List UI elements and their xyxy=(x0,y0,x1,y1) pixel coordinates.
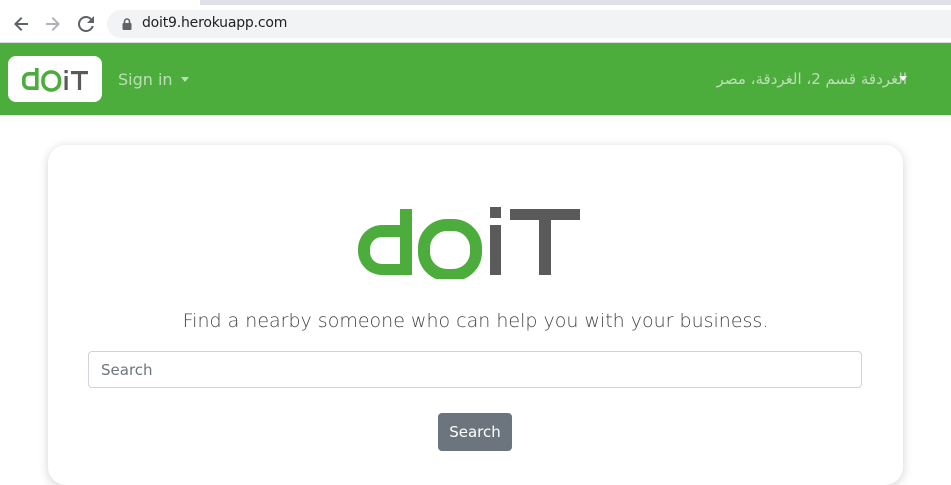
back-button[interactable] xyxy=(7,10,35,38)
hero-logo xyxy=(358,207,580,279)
search-input[interactable] xyxy=(88,351,862,388)
location-dropdown[interactable]: الغردقة قسم 2، الغردقة، مصر xyxy=(717,70,907,88)
chevron-down-icon xyxy=(180,77,189,82)
signin-label: Sign in xyxy=(118,70,173,89)
browser-toolbar: doit9.herokuapp.com xyxy=(0,6,951,43)
location-label: الغردقة قسم 2، الغردقة، مصر xyxy=(716,70,907,88)
signin-dropdown[interactable]: Sign in xyxy=(118,70,189,89)
back-arrow-icon xyxy=(14,17,28,31)
search-button[interactable]: Search xyxy=(438,413,512,451)
reload-icon xyxy=(78,16,94,32)
reload-button[interactable] xyxy=(72,10,100,38)
lock-icon xyxy=(122,18,132,30)
search-card: Find a nearby someone who can help you w… xyxy=(48,145,903,485)
tab-strip-background xyxy=(200,0,951,5)
site-navbar: Sign in الغردقة قسم 2، الغردقة، مصر xyxy=(0,43,951,115)
address-bar[interactable]: doit9.herokuapp.com xyxy=(107,10,951,38)
tagline: Find a nearby someone who can help you w… xyxy=(182,310,769,332)
forward-button[interactable] xyxy=(39,10,67,38)
brand-logo-link[interactable] xyxy=(8,56,102,102)
forward-arrow-icon xyxy=(46,17,60,31)
location-chevron-down-icon xyxy=(899,76,907,81)
brand-logo xyxy=(22,68,88,92)
url-text: doit9.herokuapp.com xyxy=(142,15,288,31)
